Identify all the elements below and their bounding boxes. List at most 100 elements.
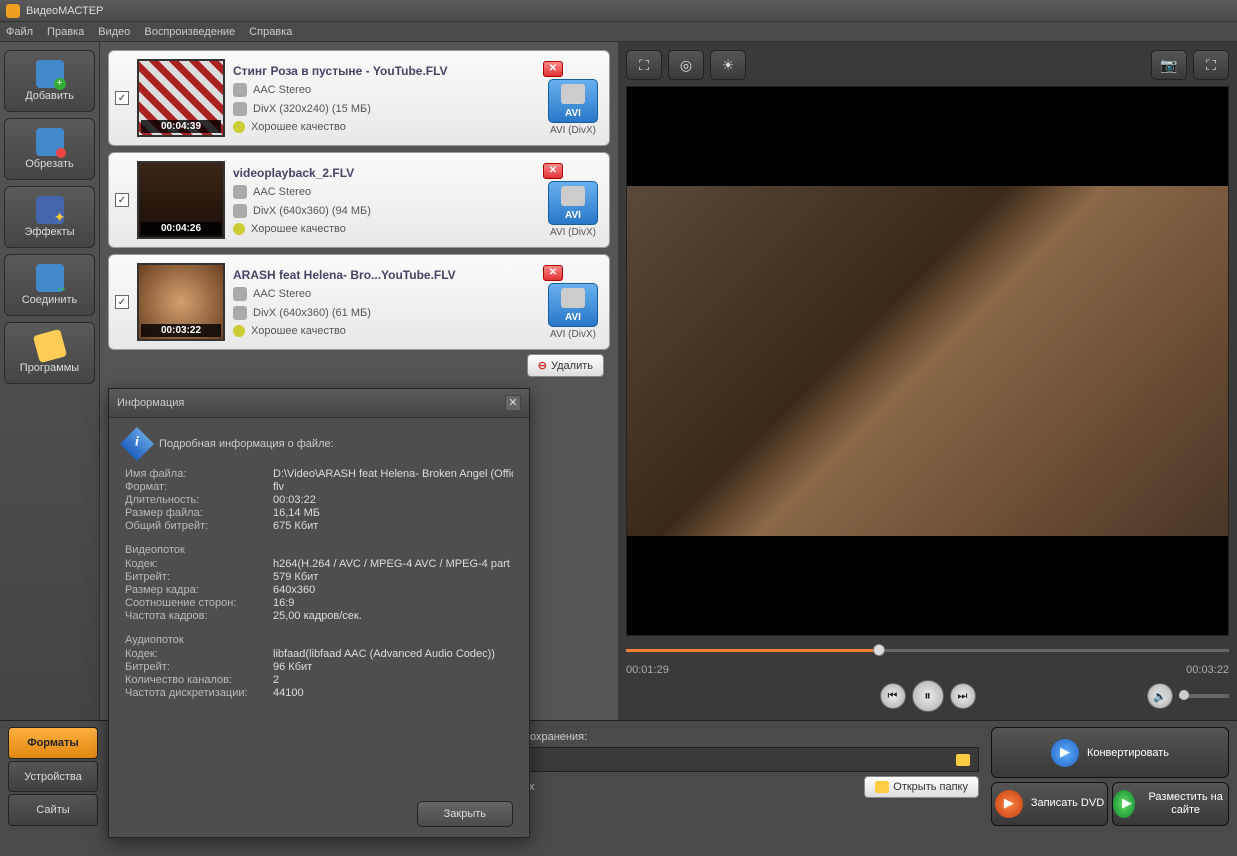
next-button[interactable]: ⏭ [950, 683, 976, 709]
info-value: 640x360 [273, 584, 513, 596]
format-button[interactable]: AVI [548, 283, 598, 327]
video-screen[interactable] [626, 86, 1229, 636]
sidebar-join-button[interactable]: Соединить [4, 254, 95, 316]
tab-formats[interactable]: Форматы [8, 727, 98, 759]
list-item[interactable]: ✓ 00:04:26 videoplayback_2.FLV AAC Stere… [108, 152, 610, 248]
tab-devices[interactable]: Устройства [8, 761, 98, 793]
info-value: h264(H.264 / AVC / MPEG-4 AVC / MPEG-4 p… [273, 558, 513, 570]
modal-close-button[interactable]: ✕ [505, 395, 521, 411]
info-value: 16,14 МБ [273, 507, 513, 519]
pause-button[interactable]: ⏸ [912, 680, 944, 712]
info-key: Имя файла: [125, 468, 273, 480]
snapshot-button[interactable]: 📷 [1151, 50, 1187, 80]
delete-button[interactable]: ⊖ Удалить [527, 354, 604, 377]
list-item[interactable]: ✓ 00:04:39 Стинг Роза в пустыне - YouTub… [108, 50, 610, 146]
sidebar-programs-button[interactable]: Программы [4, 322, 95, 384]
sidebar-cut-button[interactable]: Обрезать [4, 118, 95, 180]
settings-tool-button[interactable]: ◎ [668, 50, 704, 80]
quality-info: Хорошее качество [251, 325, 346, 337]
menu-playback[interactable]: Воспроизведение [144, 26, 235, 38]
convert-button[interactable]: Конвертировать [991, 727, 1229, 778]
item-title: videoplayback_2.FLV [233, 166, 535, 180]
video-info: DivX (640x360) (61 МБ) [253, 307, 371, 319]
sidebar-label: Добавить [25, 90, 74, 102]
quality-info: Хорошее качество [251, 223, 346, 235]
section-audio: Аудиопоток [125, 634, 513, 646]
film-join-icon [36, 264, 64, 292]
thumbnail[interactable]: 00:03:22 [137, 263, 225, 341]
audio-info: AAC Stereo [253, 186, 311, 198]
fullscreen-button[interactable]: ⛶ [1193, 50, 1229, 80]
quality-info: Хорошее качество [251, 121, 346, 133]
audio-icon [233, 185, 247, 199]
output-format: AVI (DivX) [550, 227, 596, 238]
menubar: Файл Правка Видео Воспроизведение Справк… [0, 22, 1237, 42]
open-folder-button[interactable]: Открыть папку [864, 776, 979, 798]
modal-subtitle: Подробная информация о файле: [159, 438, 334, 450]
thumbnail[interactable]: 00:04:39 [137, 59, 225, 137]
remove-item-button[interactable]: ✕ [543, 163, 563, 179]
menu-help[interactable]: Справка [249, 26, 292, 38]
crop-tool-button[interactable]: ⛶ [626, 50, 662, 80]
audio-info: AAC Stereo [253, 288, 311, 300]
info-modal: Информация ✕ Подробная информация о файл… [108, 388, 530, 838]
thumbnail[interactable]: 00:04:26 [137, 161, 225, 239]
burn-dvd-button[interactable]: Записать DVD [991, 782, 1108, 826]
info-key: Размер файла: [125, 507, 273, 519]
tag-icon [32, 329, 66, 363]
item-checkbox[interactable]: ✓ [115, 295, 129, 309]
format-button[interactable]: AVI [548, 79, 598, 123]
sidebar-label: Соединить [22, 294, 78, 306]
disc-icon [995, 790, 1023, 818]
video-icon [233, 102, 247, 116]
item-checkbox[interactable]: ✓ [115, 91, 129, 105]
info-value: flv [273, 481, 513, 493]
list-item[interactable]: ✓ 00:03:22 ARASH feat Helena- Bro...YouT… [108, 254, 610, 350]
audio-icon [233, 287, 247, 301]
browse-folder-button[interactable] [956, 754, 970, 766]
info-key: Частота кадров: [125, 610, 273, 622]
info-key: Длительность: [125, 494, 273, 506]
sidebar-label: Обрезать [25, 158, 74, 170]
tab-sites[interactable]: Сайты [8, 794, 98, 826]
remove-item-button[interactable]: ✕ [543, 265, 563, 281]
audio-icon [233, 83, 247, 97]
globe-icon [1113, 790, 1135, 818]
item-checkbox[interactable]: ✓ [115, 193, 129, 207]
video-info: DivX (640x360) (94 МБ) [253, 205, 371, 217]
folder-icon [875, 781, 889, 793]
info-value: 44100 [273, 687, 513, 699]
format-button[interactable]: AVI [548, 181, 598, 225]
upload-button[interactable]: Разместить на сайте [1112, 782, 1229, 826]
play-icon [1051, 739, 1079, 767]
seek-slider[interactable] [626, 642, 1229, 658]
info-value: 25,00 кадров/сек. [273, 610, 513, 622]
menu-video[interactable]: Видео [98, 26, 130, 38]
sidebar: Добавить Обрезать Эффекты Соединить Прог… [0, 42, 100, 720]
info-value: 579 Кбит [273, 571, 513, 583]
film-cut-icon [36, 128, 64, 156]
quality-dot-icon [233, 223, 245, 235]
minus-icon: ⊖ [538, 359, 547, 372]
item-title: Стинг Роза в пустыне - YouTube.FLV [233, 64, 535, 78]
sidebar-label: Эффекты [24, 226, 74, 238]
brightness-tool-button[interactable]: ☀ [710, 50, 746, 80]
remove-item-button[interactable]: ✕ [543, 61, 563, 77]
video-icon [233, 306, 247, 320]
audio-info: AAC Stereo [253, 84, 311, 96]
info-value: 96 Кбит [273, 661, 513, 673]
item-title: ARASH feat Helena- Bro...YouTube.FLV [233, 268, 535, 282]
volume-button[interactable]: 🔊 [1147, 683, 1173, 709]
prev-button[interactable]: ⏮ [880, 683, 906, 709]
video-icon [233, 204, 247, 218]
titlebar: ВидеоМАСТЕР [0, 0, 1237, 22]
volume-slider[interactable] [1179, 694, 1229, 698]
sidebar-add-button[interactable]: Добавить [4, 50, 95, 112]
modal-close-bottom-button[interactable]: Закрыть [417, 801, 513, 827]
info-key: Формат: [125, 481, 273, 493]
menu-edit[interactable]: Правка [47, 26, 84, 38]
section-video: Видеопоток [125, 544, 513, 556]
menu-file[interactable]: Файл [6, 26, 33, 38]
info-key: Общий битрейт: [125, 520, 273, 532]
sidebar-effects-button[interactable]: Эффекты [4, 186, 95, 248]
